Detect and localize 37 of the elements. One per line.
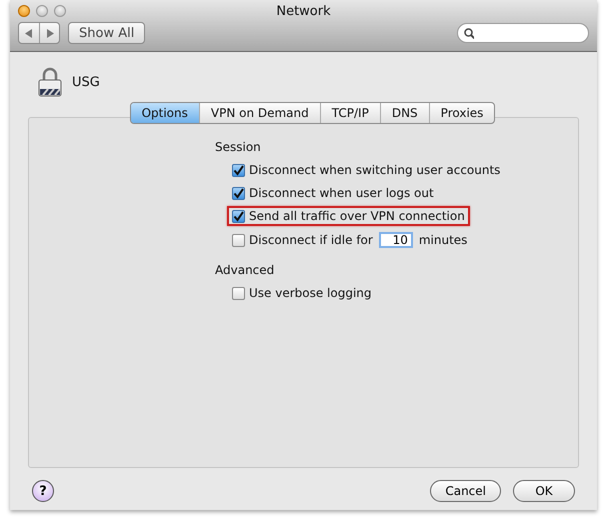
ok-button[interactable]: OK: [513, 480, 575, 502]
checkbox[interactable]: [232, 234, 245, 246]
option-label: Disconnect when user logs out: [249, 186, 434, 200]
cancel-button[interactable]: Cancel: [430, 480, 501, 502]
padlock-icon: [38, 67, 62, 97]
checkbox[interactable]: [232, 286, 245, 300]
tab[interactable]: VPN on Demand: [198, 103, 320, 123]
tab[interactable]: DNS: [380, 103, 429, 123]
checkmark-icon: [233, 164, 244, 176]
back-forward-control[interactable]: [18, 22, 60, 44]
section-heading: Session: [215, 140, 262, 154]
section-heading: Advanced: [215, 263, 276, 277]
tab[interactable]: Proxies: [428, 103, 494, 123]
unit-label: minutes: [418, 233, 468, 247]
close-button[interactable]: [18, 5, 30, 17]
checkmark-icon: [233, 188, 244, 198]
tab[interactable]: Options: [130, 103, 199, 123]
search-field[interactable]: [457, 23, 589, 43]
zoom-button[interactable]: [54, 5, 66, 17]
checkbox[interactable]: [232, 164, 245, 176]
minimize-button[interactable]: [36, 5, 48, 17]
option-label: Disconnect when switching user accounts: [249, 163, 500, 177]
left-triangle-icon: [25, 28, 33, 38]
option-label: Use verbose logging: [249, 286, 372, 300]
checkbox[interactable]: [232, 186, 245, 200]
option-label: Disconnect if idle for: [249, 233, 373, 247]
checkbox[interactable]: [232, 210, 245, 222]
help-button[interactable]: ?: [32, 480, 54, 502]
option-label: Send all traffic over VPN connection: [249, 209, 465, 223]
window-title: Network: [276, 4, 331, 18]
right-triangle-icon: [46, 28, 54, 38]
search-icon: [464, 28, 474, 38]
minutes-field[interactable]: 10: [378, 232, 413, 248]
tab[interactable]: TCP/IP: [320, 103, 380, 123]
show-all-button[interactable]: Show All: [68, 22, 146, 44]
checkmark-icon: [233, 210, 244, 222]
service-name: USG: [72, 74, 100, 90]
